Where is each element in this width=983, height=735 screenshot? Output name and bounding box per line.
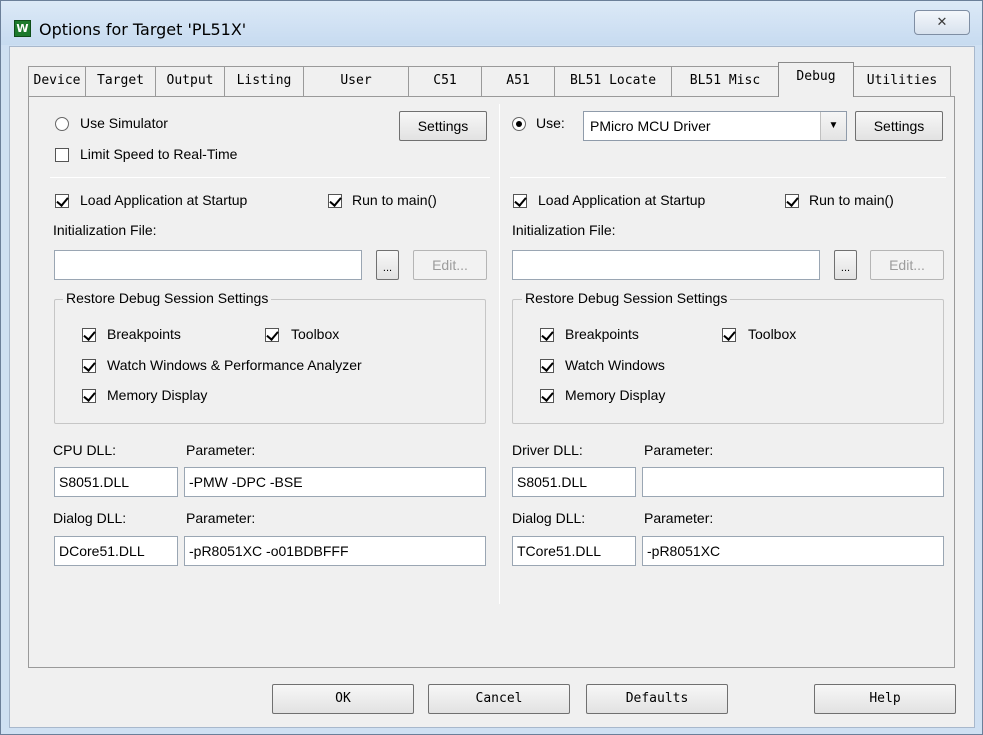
cpu-dll-parameter-input[interactable]: -PMW -DPC -BSE xyxy=(184,467,486,497)
left-init-file-browse-button[interactable]: ... xyxy=(376,250,399,280)
tab-c51[interactable]: C51 xyxy=(408,66,482,96)
left-breakpoints-label: Breakpoints xyxy=(107,326,181,342)
left-watch-label: Watch Windows & Performance Analyzer xyxy=(107,357,362,373)
chevron-down-icon[interactable]: ▼ xyxy=(820,112,846,140)
cancel-button[interactable]: Cancel xyxy=(428,684,570,714)
driver-select[interactable]: PMicro MCU Driver ▼ xyxy=(583,111,847,141)
right-load-app-checkbox[interactable] xyxy=(513,194,527,208)
left-run-to-main-checkbox[interactable] xyxy=(328,194,342,208)
right-dialog-dll-parameter-input[interactable]: -pR8051XC xyxy=(642,536,944,566)
right-init-file-label: Initialization File: xyxy=(512,222,616,238)
driver-dll-label: Driver DLL: xyxy=(512,442,583,458)
right-dialog-dll-label: Dialog DLL: xyxy=(512,510,586,526)
right-load-app-label: Load Application at Startup xyxy=(538,192,706,208)
driver-select-value: PMicro MCU Driver xyxy=(590,118,711,134)
right-init-file-browse-button[interactable]: ... xyxy=(834,250,857,280)
left-restore-settings-title: Restore Debug Session Settings xyxy=(63,290,272,306)
simulator-settings-button[interactable]: Settings xyxy=(399,111,487,141)
right-toolbox-checkbox[interactable] xyxy=(722,328,736,342)
right-run-to-main-label: Run to main() xyxy=(809,192,894,208)
column-divider xyxy=(499,104,500,604)
tab-device[interactable]: Device xyxy=(28,66,86,96)
use-driver-label: Use: xyxy=(536,115,565,131)
tab-a51[interactable]: A51 xyxy=(481,66,555,96)
right-dialog-dll-input[interactable]: TCore51.DLL xyxy=(512,536,636,566)
right-toolbox-label: Toolbox xyxy=(748,326,797,342)
limit-speed-checkbox[interactable] xyxy=(55,148,69,162)
tab-utilities[interactable]: Utilities xyxy=(853,66,951,96)
tab-debug[interactable]: Debug xyxy=(778,62,854,97)
right-watch-checkbox[interactable] xyxy=(540,359,554,373)
left-load-app-label: Load Application at Startup xyxy=(80,192,248,208)
left-breakpoints-checkbox[interactable] xyxy=(82,328,96,342)
right-restore-settings-title: Restore Debug Session Settings xyxy=(522,290,731,306)
left-memory-checkbox[interactable] xyxy=(82,389,96,403)
tab-output[interactable]: Output xyxy=(155,66,225,96)
right-memory-label: Memory Display xyxy=(565,387,666,403)
driver-settings-button[interactable]: Settings xyxy=(855,111,943,141)
tab-bl51-misc[interactable]: BL51 Misc xyxy=(671,66,779,96)
window-title: Options for Target 'PL51X' xyxy=(39,20,247,39)
right-memory-checkbox[interactable] xyxy=(540,389,554,403)
left-init-file-label: Initialization File: xyxy=(53,222,157,238)
cpu-dll-label: CPU DLL: xyxy=(53,442,117,458)
use-driver-radio[interactable] xyxy=(512,117,526,131)
use-simulator-label: Use Simulator xyxy=(80,115,168,131)
title-bar[interactable]: W Options for Target 'PL51X' ✕ xyxy=(1,1,982,45)
left-run-to-main-label: Run to main() xyxy=(352,192,437,208)
left-init-file-edit-button[interactable]: Edit... xyxy=(413,250,487,280)
left-separator xyxy=(50,177,490,178)
right-init-file-input[interactable] xyxy=(512,250,820,280)
right-breakpoints-checkbox[interactable] xyxy=(540,328,554,342)
driver-dll-parameter-input[interactable] xyxy=(642,467,944,497)
help-button[interactable]: Help xyxy=(814,684,956,714)
cpu-dll-input[interactable]: S8051.DLL xyxy=(54,467,178,497)
cpu-dll-parameter-label: Parameter: xyxy=(186,442,256,458)
left-toolbox-checkbox[interactable] xyxy=(265,328,279,342)
right-init-file-edit-button[interactable]: Edit... xyxy=(870,250,944,280)
driver-dll-input[interactable]: S8051.DLL xyxy=(512,467,636,497)
left-dialog-dll-parameter-label: Parameter: xyxy=(186,510,256,526)
right-dialog-dll-parameter-label: Parameter: xyxy=(644,510,714,526)
tab-bl51-locate[interactable]: BL51 Locate xyxy=(554,66,672,96)
use-simulator-radio[interactable] xyxy=(55,117,69,131)
close-button[interactable]: ✕ xyxy=(914,10,970,35)
right-separator xyxy=(510,177,946,178)
left-dialog-dll-label: Dialog DLL: xyxy=(53,510,127,526)
driver-dll-parameter-label: Parameter: xyxy=(644,442,714,458)
right-run-to-main-checkbox[interactable] xyxy=(785,194,799,208)
defaults-button[interactable]: Defaults xyxy=(586,684,728,714)
keil-app-icon: W xyxy=(14,20,31,37)
left-load-app-checkbox[interactable] xyxy=(55,194,69,208)
left-dialog-dll-parameter-input[interactable]: -pR8051XC -o01BDBFFF xyxy=(184,536,486,566)
limit-speed-label: Limit Speed to Real-Time xyxy=(80,146,238,162)
tab-target[interactable]: Target xyxy=(85,66,156,96)
tab-user[interactable]: User xyxy=(303,66,409,96)
left-memory-label: Memory Display xyxy=(107,387,208,403)
right-watch-label: Watch Windows xyxy=(565,357,665,373)
tab-listing[interactable]: Listing xyxy=(224,66,304,96)
left-init-file-input[interactable] xyxy=(54,250,362,280)
left-dialog-dll-input[interactable]: DCore51.DLL xyxy=(54,536,178,566)
left-watch-checkbox[interactable] xyxy=(82,359,96,373)
ok-button[interactable]: OK xyxy=(272,684,414,714)
right-breakpoints-label: Breakpoints xyxy=(565,326,639,342)
left-toolbox-label: Toolbox xyxy=(291,326,340,342)
